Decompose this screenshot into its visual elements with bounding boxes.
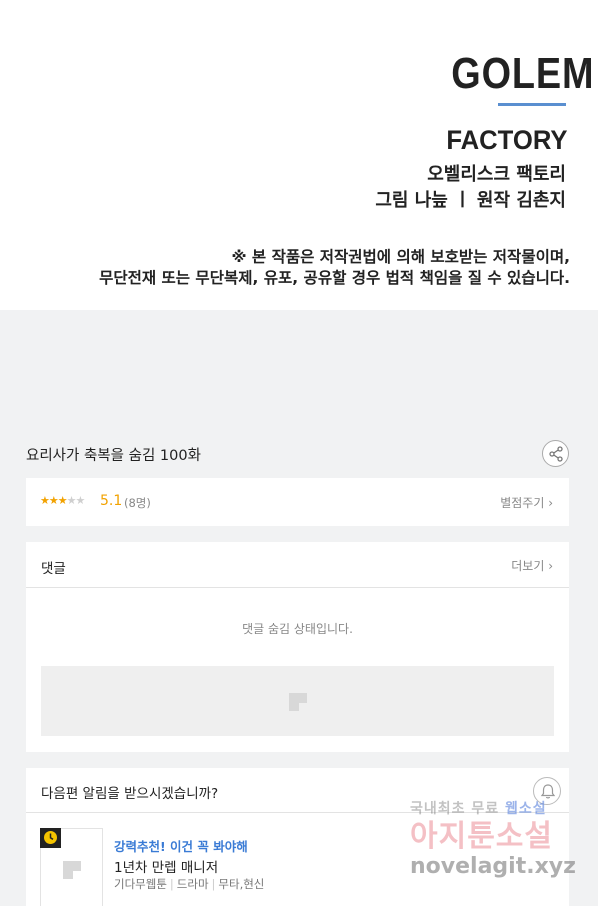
next-alert-question: 다음편 알림을 받으시겠습니까? [41,786,219,802]
golem-factory-logo: GOLEM FACTORY [428,52,594,156]
star-full-icon: ★ [48,494,59,507]
wait-free-badge [40,828,61,848]
recommendation-genre: 드라마 [176,877,209,891]
watermark-url: novelagit.xyz [410,854,576,879]
comments-hidden-message: 댓글 숨김 상태입니다. [242,622,353,636]
star-rating: ★★★★★ [40,494,86,507]
rate-button[interactable]: 별점주기 › [500,494,553,511]
studio-credit: 오벨리스크 팩토리 [427,164,566,185]
star-empty-icon: ★ [75,494,86,507]
copyright-notice-line1: ※ 본 작품은 저작권법에 의해 보호받는 저작물이며, [231,248,570,266]
image-placeholder-icon [63,861,81,879]
episode-end-banner: GOLEM FACTORY 오벨리스크 팩토리 그림 나늪 ㅣ 원작 김촌지 ※… [0,0,598,310]
copyright-notice-line2: 무단전재 또는 무단복제, 유포, 공유할 경우 법적 책임을 질 수 있습니다… [99,269,570,287]
comments-more-button[interactable]: 더보기 › [511,557,553,574]
clock-icon [44,831,57,844]
rating-voter-count: (8명) [124,496,151,510]
logo-golem-text: GOLEM [451,49,595,98]
rating-score: 5.1 [100,493,123,509]
share-button[interactable] [542,440,569,467]
star-empty-icon: ★ [66,494,77,507]
comments-title: 댓글 [41,561,66,577]
rating-card: ★★★★★ 5.1 (8명) 별점주기 › [26,478,569,526]
site-watermark: 국내최초 무료 웹소설 아지툰소설 novelagit.xyz [410,798,580,879]
logo-divider [498,103,566,106]
comments-card: 댓글 더보기 › 댓글 숨김 상태입니다. [26,542,569,752]
star-full-icon: ★ [40,494,50,507]
recommendation-category: 기다무웹툰 [114,877,167,891]
ad-placeholder [41,666,554,736]
recommendation-title[interactable]: 1년차 만렙 매니저 [114,856,218,876]
logo-factory-text: FACTORY [446,125,568,155]
watermark-line2: 아지툰소설 [410,819,553,854]
recommendation-tag[interactable]: 강력추천! 이건 꼭 봐야해 [114,836,248,855]
author-credit: 그림 나늪 ㅣ 원작 김촌지 [375,190,566,211]
comments-header: 댓글 더보기 › [26,542,569,588]
star-half-icon: ★ [57,494,68,507]
episode-title: 요리사가 축복을 숨김 100화 [26,448,201,464]
share-icon [549,446,563,462]
watermark-line1: 국내최초 무료 웹소설 [410,801,547,817]
recommendation-meta: 기다무웹툰 | 드라마 | 무타,현신 [114,877,265,891]
image-placeholder-icon [289,693,307,711]
recommendation-authors: 무타,현신 [218,877,265,891]
